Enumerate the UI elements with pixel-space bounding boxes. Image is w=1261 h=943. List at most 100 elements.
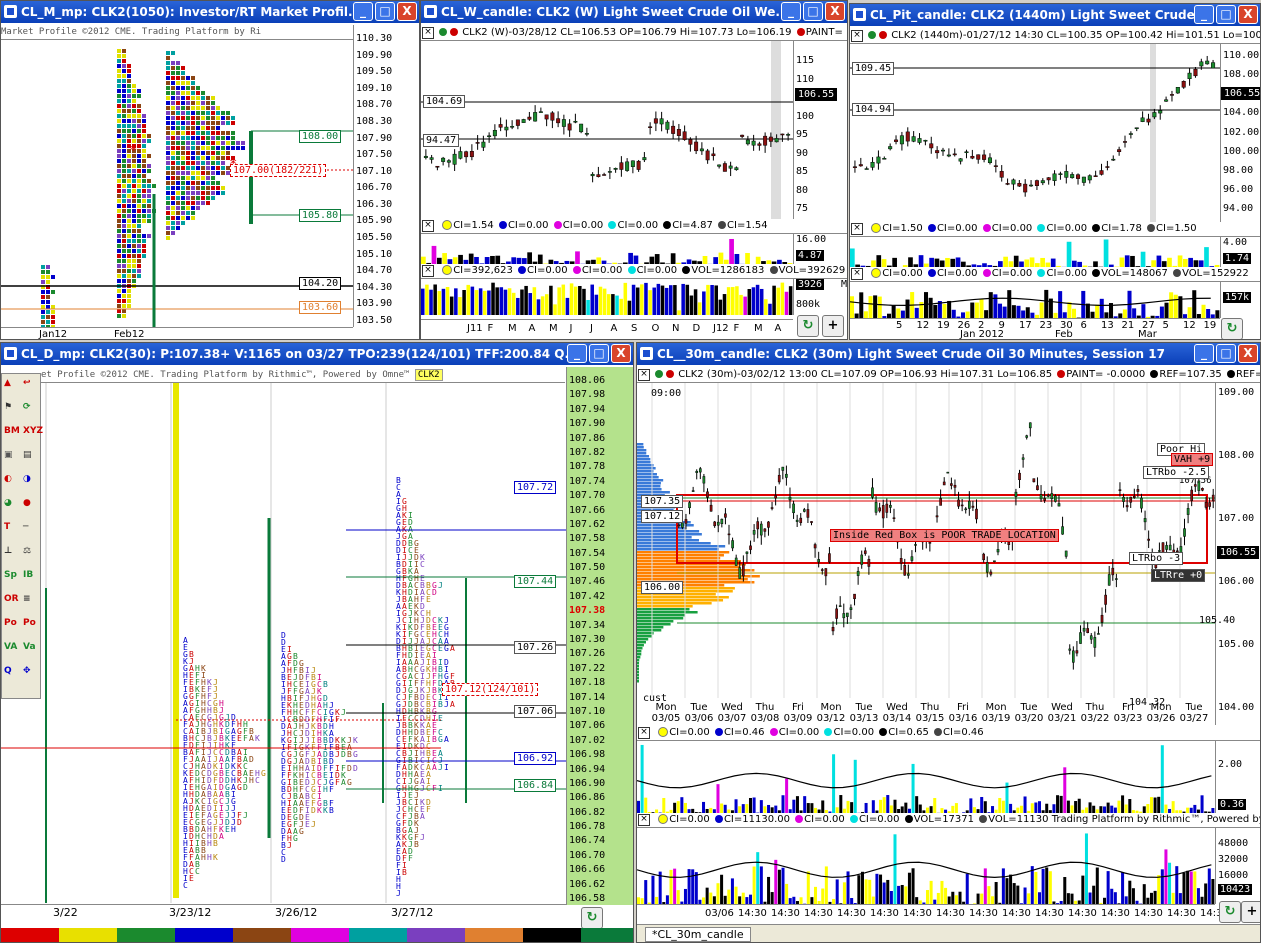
histogram-bar (1077, 798, 1081, 813)
refresh-button[interactable]: ↻ (1219, 901, 1241, 923)
tpo-block (186, 76, 190, 80)
tpo-block (171, 116, 175, 120)
close-button[interactable]: X (397, 2, 417, 21)
maximize-button[interactable]: □ (375, 2, 395, 21)
color-swatch[interactable] (175, 928, 233, 942)
tpo-block (201, 176, 205, 180)
close-button[interactable]: X (825, 2, 845, 21)
minimize-button[interactable]: _ (567, 344, 587, 363)
refresh-button[interactable]: ↻ (581, 907, 603, 929)
color-swatch[interactable] (407, 928, 465, 942)
histogram-bar (900, 806, 904, 813)
price-level-label: 107.06 (514, 705, 557, 718)
tpo-block (216, 161, 220, 165)
maximize-button[interactable]: □ (589, 344, 609, 363)
color-swatch[interactable] (117, 928, 175, 942)
minimize-button[interactable]: _ (781, 2, 801, 21)
color-swatch[interactable] (291, 928, 349, 942)
refresh-button[interactable]: ↻ (1221, 318, 1243, 339)
minimize-button[interactable]: _ (353, 2, 373, 21)
window-tab[interactable]: *CL_30m_candle (637, 924, 1260, 942)
minimize-button[interactable]: _ (1194, 344, 1214, 363)
window-pit-candle[interactable]: CL_Pit_candle: CLK2 (1440m) Light Sweet … (849, 3, 1261, 340)
tpo-block (201, 131, 205, 135)
title-bar[interactable]: CL_Pit_candle: CLK2 (1440m) Light Sweet … (850, 4, 1260, 26)
maximize-button[interactable]: □ (803, 2, 823, 21)
title-bar[interactable]: CL_D_mp: CLK2(30): P:107.38+ V:1165 on 0… (1, 343, 633, 365)
candle-body (492, 129, 497, 137)
title-bar[interactable]: CL_M_mp: CLK2(1050): Investor/RT Market … (1, 1, 419, 23)
tpo-block (186, 111, 190, 115)
title-bar[interactable]: CL__30m_candle: CLK2 (30m) Light Sweet C… (637, 343, 1260, 365)
axis-tick-label: 108.00 (1218, 450, 1255, 461)
color-swatch[interactable] (581, 928, 633, 942)
histogram-bar (640, 284, 644, 315)
candle-body (717, 164, 722, 167)
histogram-bar (557, 287, 561, 315)
color-swatch[interactable] (233, 928, 291, 942)
close-pane-icon[interactable]: × (638, 369, 650, 381)
candle-body (885, 503, 889, 513)
close-pane-icon[interactable]: × (851, 223, 863, 235)
close-pane-icon[interactable]: × (638, 814, 650, 826)
daily-market-profile-plot[interactable]: AEG BK JG A H KH E F IF E F H K JI B K E F JG G F H F JA G I H C G HA… (1, 383, 566, 903)
price-axis[interactable]: 108.06 107.98 107.94 107.90 107.86 107.82 107.… (566, 367, 633, 905)
histogram-bar (633, 255, 639, 264)
add-button[interactable]: + (1241, 901, 1260, 923)
close-pane-icon[interactable]: × (422, 265, 434, 277)
color-swatch[interactable] (59, 928, 117, 942)
window-30m-candle[interactable]: CL__30m_candle: CLK2 (30m) Light Sweet C… (636, 342, 1261, 943)
time-label: 14:30 (1167, 908, 1196, 919)
maximize-button[interactable]: □ (1216, 5, 1236, 24)
close-pane-icon[interactable]: × (851, 268, 863, 280)
volume-histogram[interactable] (850, 282, 1220, 318)
close-button[interactable]: X (1238, 5, 1258, 24)
refresh-button[interactable]: ↻ (797, 315, 819, 337)
price-axis[interactable]: 110.00108.00106.55104.00102.00100.0098.0… (1220, 44, 1260, 222)
close-pane-icon[interactable]: × (422, 220, 434, 232)
scroll-strip[interactable] (1, 928, 633, 942)
tpo-block (176, 111, 180, 115)
histogram-bar (727, 889, 731, 904)
axis-tick-label: 75 (796, 203, 809, 214)
volume-histogram[interactable] (421, 279, 793, 315)
tpo-block (51, 310, 55, 314)
histogram-bar (702, 801, 706, 813)
histogram-bar (863, 311, 868, 318)
close-button[interactable]: X (611, 344, 631, 363)
histogram-bar (893, 834, 897, 904)
daily-candle-plot[interactable] (850, 44, 1220, 222)
add-button[interactable]: + (822, 315, 844, 337)
window-d-mp[interactable]: CL_D_mp: CLK2(30): P:107.38+ V:1165 on 0… (0, 342, 634, 943)
candle-body (1115, 578, 1118, 580)
close-pane-icon[interactable]: × (422, 27, 434, 39)
title-bar[interactable]: CL_W_candle: CLK2 (W) Light Sweet Crude … (421, 1, 847, 23)
histogram-bar (1092, 885, 1096, 904)
window-w-candle[interactable]: CL_W_candle: CLK2 (W) Light Sweet Crude … (420, 0, 848, 340)
color-swatch[interactable] (523, 928, 581, 942)
tpo-block (137, 244, 141, 248)
ci-histogram[interactable] (637, 741, 1215, 813)
close-pane-icon[interactable]: × (638, 727, 650, 739)
weekly-candle-plot[interactable] (421, 41, 793, 219)
close-pane-icon[interactable]: × (851, 30, 863, 42)
close-button[interactable]: X (1238, 344, 1258, 363)
ci-histogram[interactable] (850, 237, 1220, 267)
color-swatch[interactable] (1, 928, 59, 942)
tpo-block (196, 186, 200, 190)
minimize-button[interactable]: _ (1194, 5, 1214, 24)
color-swatch[interactable] (349, 928, 407, 942)
tpo-block (176, 171, 180, 175)
tpo-block (196, 86, 200, 90)
ci-histogram[interactable] (421, 234, 793, 264)
maximize-button[interactable]: □ (1216, 344, 1236, 363)
volume-histogram[interactable] (637, 828, 1215, 904)
window-m-mp[interactable]: CL_M_mp: CLK2(1050): Investor/RT Market … (0, 0, 420, 340)
tpo-block (117, 149, 121, 153)
histogram-bar (1025, 307, 1030, 318)
histogram-bar (893, 799, 897, 813)
tpo-block (147, 179, 151, 183)
color-swatch[interactable] (465, 928, 523, 942)
price-axis[interactable]: 110.30 109.90 109.50 109.10 108.70 108.30 107.… (353, 25, 419, 327)
price-axis[interactable]: 1151101051009590858075 (793, 41, 847, 219)
